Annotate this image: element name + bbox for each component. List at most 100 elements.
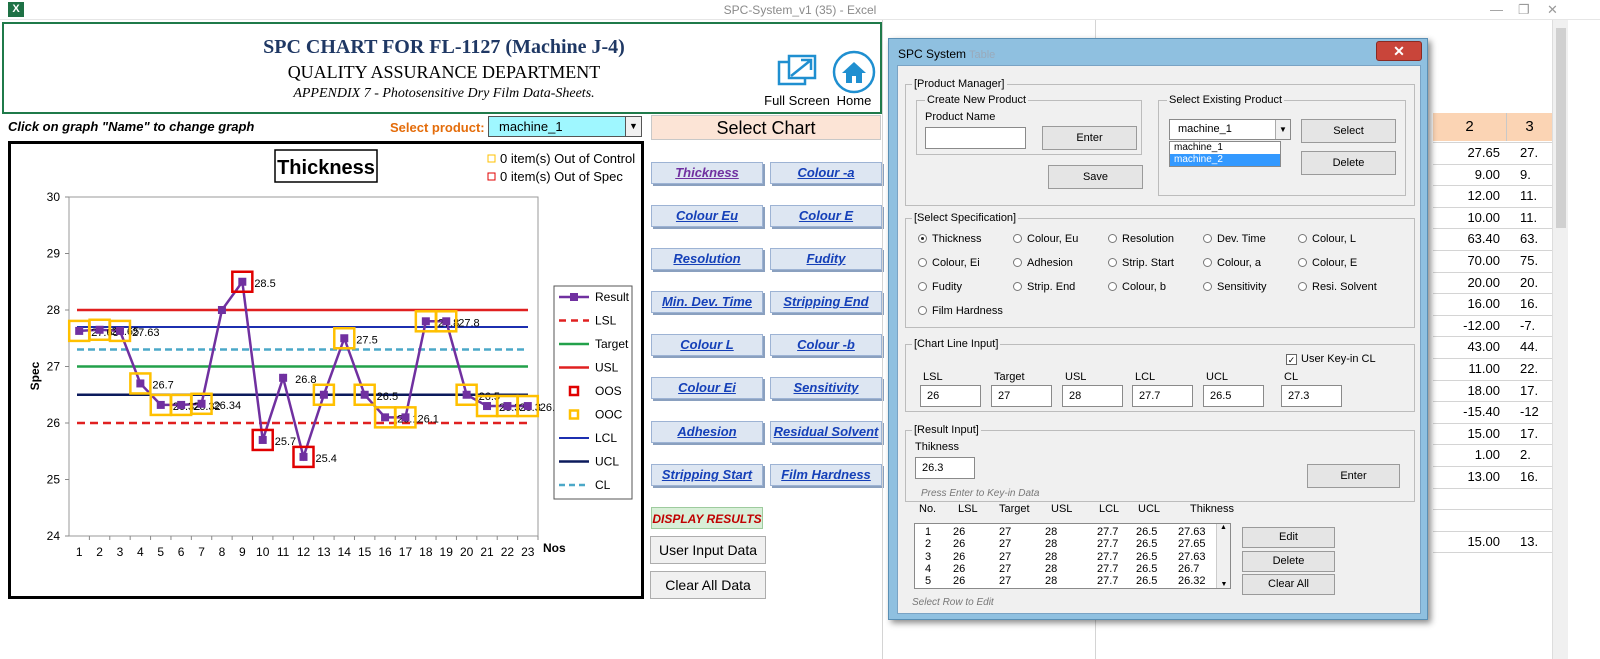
sheet-cell[interactable]: 16. xyxy=(1520,296,1550,311)
chart-line-input-lsl[interactable]: 26 xyxy=(920,385,981,407)
radio-icon[interactable] xyxy=(1108,282,1117,291)
table-row[interactable]: 4 26 27 28 27.7 26.5 26.7 xyxy=(915,563,1215,575)
scrollbar-thumb[interactable] xyxy=(1556,28,1566,228)
chart-line-input-cl[interactable]: 27.3 xyxy=(1281,385,1342,407)
product-dropdown-list[interactable]: machine_1 machine_2 xyxy=(1169,141,1281,167)
result-enter-button[interactable]: Enter xyxy=(1307,464,1400,488)
chart-button-colour-eu[interactable]: Colour Eu xyxy=(651,205,763,227)
thickness-input[interactable]: 26.3 xyxy=(915,457,975,479)
spec-radio-resolution[interactable]: Resolution xyxy=(1108,233,1174,245)
chart-button-residual-solvent[interactable]: Residual Solvent xyxy=(770,421,882,443)
chart-button-resolution[interactable]: Resolution xyxy=(651,248,763,270)
sheet-cell[interactable]: 17. xyxy=(1520,383,1550,398)
chart-button-colour-e[interactable]: Colour E xyxy=(770,205,882,227)
chart-button-colour-l[interactable]: Colour L xyxy=(651,334,763,356)
sheet-cell[interactable]: 63.40 xyxy=(1436,231,1500,246)
sheet-cell[interactable]: 17. xyxy=(1520,426,1550,441)
spec-radio-colour-b[interactable]: Colour, b xyxy=(1108,281,1166,293)
sheet-cell[interactable]: 70.00 xyxy=(1436,253,1500,268)
chart-line-input-target[interactable]: 27 xyxy=(991,385,1052,407)
table-row[interactable]: 2 26 27 28 27.7 26.5 27.65 xyxy=(915,538,1215,550)
product-option[interactable]: machine_1 xyxy=(1170,142,1280,154)
restore-icon[interactable]: ❐ xyxy=(1518,2,1530,18)
sheet-cell[interactable]: 10.00 xyxy=(1436,210,1500,225)
sheet-cell[interactable]: 15.00 xyxy=(1436,534,1500,549)
existing-product-combo[interactable]: machine_1 ▼ xyxy=(1169,119,1291,140)
radio-icon[interactable] xyxy=(1298,258,1307,267)
results-listbox[interactable]: 1 26 27 28 27.7 26.5 27.63 2 26 27 28 27.7 26.5 27.65… xyxy=(914,523,1231,589)
sheet-cell[interactable]: 20. xyxy=(1520,275,1550,290)
chart-button-adhesion[interactable]: Adhesion xyxy=(651,421,763,443)
spec-radio-colour-e[interactable]: Colour, E xyxy=(1298,257,1357,269)
listbox-scrollbar[interactable]: ▲ ▼ xyxy=(1216,524,1230,588)
chart-line-input-usl[interactable]: 28 xyxy=(1062,385,1123,407)
clear-all-button[interactable]: Clear All xyxy=(1242,574,1335,595)
sheet-cell[interactable]: 12.00 xyxy=(1436,188,1500,203)
chevron-down-icon[interactable]: ▼ xyxy=(1275,120,1290,139)
chart-button-stripping-start[interactable]: Stripping Start xyxy=(651,464,763,486)
sheet-cell[interactable]: -12.00 xyxy=(1436,318,1500,333)
sheet-cell[interactable]: 16.00 xyxy=(1436,296,1500,311)
home-button[interactable]: Home xyxy=(826,50,882,108)
sheet-cell[interactable]: 16. xyxy=(1520,469,1550,484)
spec-radio-colour-eu[interactable]: Colour, Eu xyxy=(1013,233,1078,245)
display-results-button[interactable]: DISPLAY RESULTS xyxy=(651,507,763,529)
product-enter-button[interactable]: Enter xyxy=(1042,126,1137,150)
checkbox-checked-icon[interactable]: ✓ xyxy=(1286,354,1297,365)
close-window-icon[interactable]: ✕ xyxy=(1547,2,1558,18)
chart-button-film-hardness[interactable]: Film Hardness xyxy=(770,464,882,486)
radio-icon[interactable] xyxy=(1203,234,1212,243)
full-screen-button[interactable]: Full Screen xyxy=(762,54,832,108)
vertical-scrollbar[interactable] xyxy=(1552,20,1568,659)
spec-radio-thickness[interactable]: Thickness xyxy=(918,233,982,245)
spec-radio-resi-solvent[interactable]: Resi. Solvent xyxy=(1298,281,1377,293)
user-key-checkbox[interactable]: ✓ User Key-in CL xyxy=(1286,353,1376,365)
chart-line-input-lcl[interactable]: 27.7 xyxy=(1132,385,1193,407)
chart-line-input-ucl[interactable]: 26.5 xyxy=(1203,385,1264,407)
spec-radio-dev-time[interactable]: Dev. Time xyxy=(1203,233,1266,245)
sheet-cell[interactable]: 18.00 xyxy=(1436,383,1500,398)
sheet-cell[interactable]: 75. xyxy=(1520,253,1550,268)
table-row[interactable]: 5 26 27 28 27.7 26.5 26.32 xyxy=(915,575,1215,587)
sheet-cell[interactable]: 11. xyxy=(1520,188,1550,203)
minimize-icon[interactable]: — xyxy=(1490,2,1503,17)
scroll-down-icon[interactable]: ▼ xyxy=(1217,581,1231,588)
save-button[interactable]: Save xyxy=(1048,165,1143,189)
user-input-data-button[interactable]: User Input Data xyxy=(650,536,766,564)
radio-icon[interactable] xyxy=(1108,258,1117,267)
spec-radio-sensitivity[interactable]: Sensitivity xyxy=(1203,281,1267,293)
spec-radio-colour-l[interactable]: Colour, L xyxy=(1298,233,1356,245)
chart-button-sensitivity[interactable]: Sensitivity xyxy=(770,377,882,399)
spec-radio-colour-ei[interactable]: Colour, Ei xyxy=(918,257,980,269)
dialog-close-button[interactable]: ✕ xyxy=(1376,41,1422,61)
delete-row-button[interactable]: Delete xyxy=(1242,551,1335,572)
sheet-column-header[interactable]: 2 xyxy=(1433,113,1507,141)
sheet-cell[interactable]: 44. xyxy=(1520,339,1550,354)
sheet-cell[interactable]: -7. xyxy=(1520,318,1550,333)
delete-product-button[interactable]: Delete xyxy=(1301,151,1396,175)
product-dropdown[interactable]: machine_1 ▼ xyxy=(488,116,642,137)
clear-all-data-button[interactable]: Clear All Data xyxy=(650,571,766,599)
radio-icon[interactable] xyxy=(1013,258,1022,267)
sheet-cell[interactable]: 20.00 xyxy=(1436,275,1500,290)
radio-icon[interactable] xyxy=(918,306,927,315)
chart-button-colour-ei[interactable]: Colour Ei xyxy=(651,377,763,399)
radio-icon[interactable] xyxy=(1013,234,1022,243)
product-option-highlighted[interactable]: machine_2 xyxy=(1170,154,1280,166)
spec-radio-fudity[interactable]: Fudity xyxy=(918,281,962,293)
sheet-cell[interactable]: -12 xyxy=(1520,404,1550,419)
sheet-cell[interactable]: 43.00 xyxy=(1436,339,1500,354)
spec-radio-adhesion[interactable]: Adhesion xyxy=(1013,257,1073,269)
sheet-cell[interactable]: 2. xyxy=(1520,447,1550,462)
sheet-cell[interactable]: 1.00 xyxy=(1436,447,1500,462)
radio-icon[interactable] xyxy=(1203,258,1212,267)
sheet-cell[interactable]: 9.00 xyxy=(1436,167,1500,182)
sheet-cell[interactable]: 11.00 xyxy=(1436,361,1500,376)
chevron-down-icon[interactable]: ▼ xyxy=(625,117,641,136)
radio-icon[interactable] xyxy=(918,258,927,267)
chart-button-colour-a[interactable]: Colour -a xyxy=(770,162,882,184)
sheet-column-header[interactable]: 3 xyxy=(1507,113,1553,141)
sheet-cell[interactable]: 27.65 xyxy=(1436,145,1500,160)
sheet-cell[interactable]: 9. xyxy=(1520,167,1550,182)
chart-button-thickness[interactable]: Thickness xyxy=(651,162,763,184)
